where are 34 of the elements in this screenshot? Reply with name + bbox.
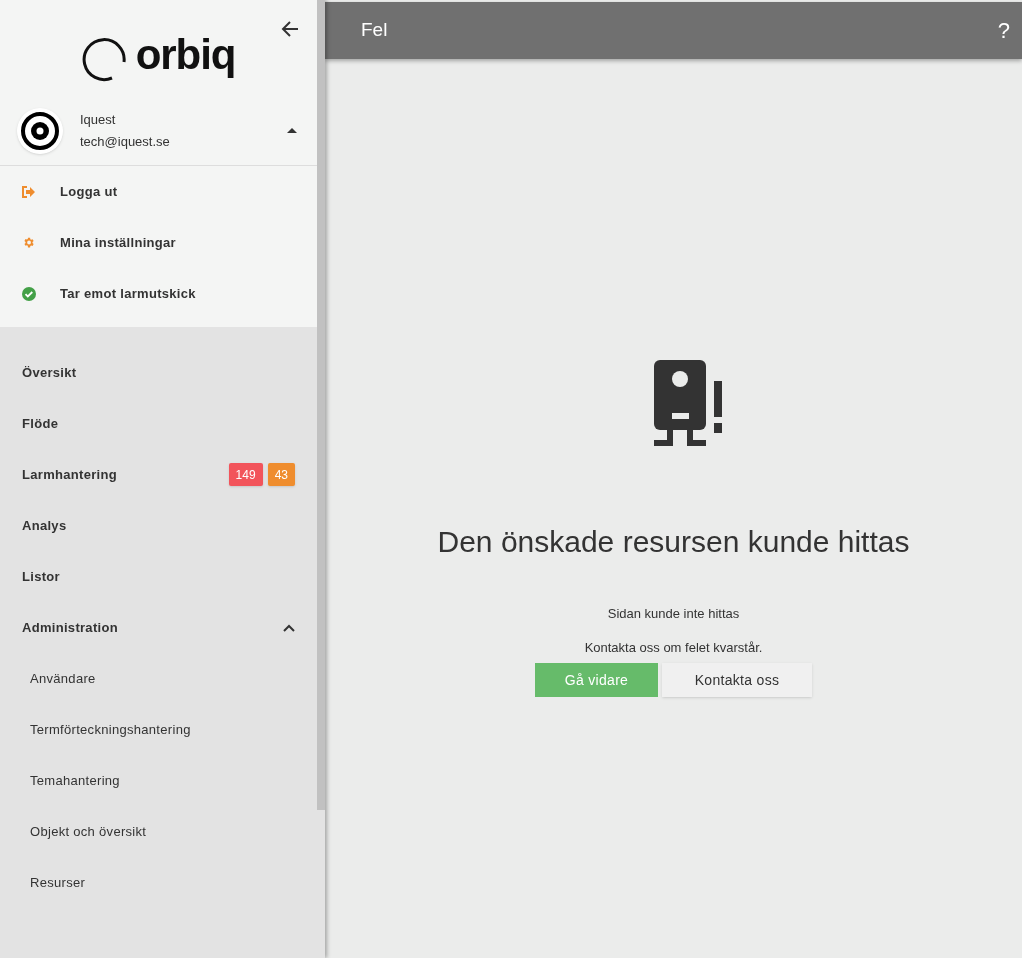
user-name: Iquest <box>80 110 117 129</box>
nav-item[interactable]: Analys <box>0 500 317 551</box>
check-circle-icon <box>22 286 36 301</box>
error-message: Sidan kunde inte hittas <box>607 605 740 623</box>
nav-subitem[interactable]: Temahantering <box>30 770 120 791</box>
back-arrow-icon[interactable] <box>281 20 299 38</box>
nav-item[interactable]: Larmhantering 149 43 <box>0 449 317 500</box>
page-title: Fel <box>361 18 388 43</box>
user-email: tech@iquest.se <box>80 132 171 151</box>
contact-button[interactable]: Kontakta oss <box>662 663 812 697</box>
nav-item[interactable]: Listor <box>0 551 317 602</box>
logo: orbiq <box>0 34 317 84</box>
chevron-icon[interactable] <box>283 623 295 632</box>
caret-icon[interactable] <box>287 128 297 133</box>
error-heading: Den önskade resursen kunde hittas <box>437 524 910 560</box>
nav-subitem[interactable]: Objekt och översikt <box>30 821 147 842</box>
robot-error-icon <box>652 359 725 447</box>
nav-item[interactable]: Översikt <box>0 347 317 398</box>
nav-item[interactable]: Administration <box>0 602 317 653</box>
count-badge: 149 <box>228 463 263 486</box>
nav-item[interactable]: Flöde <box>0 398 317 449</box>
settings-icon <box>22 236 35 249</box>
nav-subitem[interactable]: Resurser <box>30 872 86 893</box>
nav-subitem[interactable]: Termförteckningshantering <box>30 719 191 740</box>
account-menu-item[interactable]: Logga ut <box>0 166 317 217</box>
scrollbar[interactable] <box>317 0 325 958</box>
logout-icon <box>22 185 36 198</box>
count-badge: 43 <box>267 463 295 486</box>
help-button[interactable]: ? <box>997 14 1010 47</box>
account-menu-item[interactable]: Mina inställningar <box>0 217 317 268</box>
avatar-icon <box>17 107 63 154</box>
error-message: Kontakta oss om felet kvarstår. <box>584 638 763 657</box>
nav-subitem[interactable]: Användare <box>30 668 96 689</box>
account-menu-item[interactable]: Tar emot larmutskick <box>0 268 317 319</box>
